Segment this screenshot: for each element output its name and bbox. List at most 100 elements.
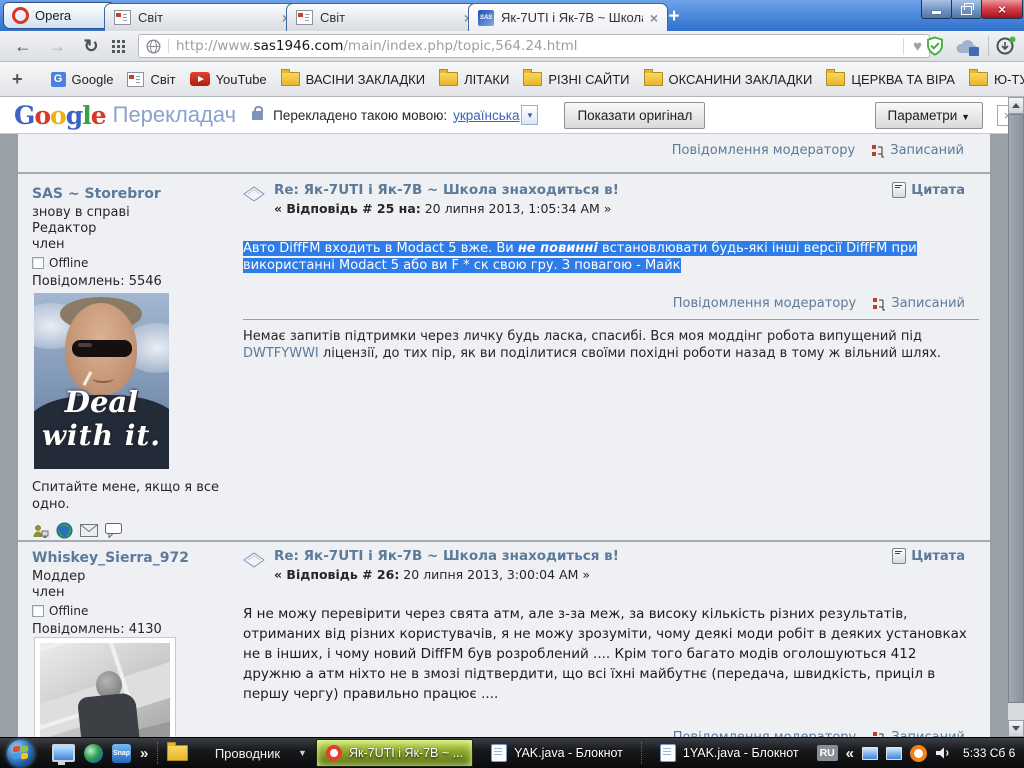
scroll-down-button[interactable] xyxy=(1008,720,1024,737)
tab-active-forum[interactable]: SAS Як-7UTI і Як-7В ~ Школа зн × xyxy=(468,3,668,31)
post-meta: « Відповідь # 26: 20 липня 2013, 3:00:04… xyxy=(274,567,591,582)
explorer-toolbar[interactable]: 18 Проводник ▼ xyxy=(167,742,307,761)
speed-dial-icon[interactable] xyxy=(112,40,115,43)
security-shield-icon[interactable] xyxy=(925,36,945,56)
tab-close-icon[interactable]: × xyxy=(650,11,658,25)
tray-expand-chevron[interactable]: « xyxy=(846,745,854,762)
divider xyxy=(640,742,642,764)
avatar-pilot-photo xyxy=(34,637,176,737)
show-desktop-icon[interactable] xyxy=(52,744,75,765)
taskbar-item-opera[interactable]: Як-7UTI і Як-7В ~ ... xyxy=(315,739,474,767)
language-dropdown-button[interactable]: ▼ xyxy=(521,105,539,125)
post-meta: « Відповідь # 25 на: 20 липня 2013, 1:05… xyxy=(274,201,612,216)
window-minimize-button[interactable] xyxy=(921,0,952,19)
poster-name-link[interactable]: Whiskey_Sierra_972 xyxy=(32,550,238,566)
close-icon: × xyxy=(998,1,1006,17)
notepad-icon xyxy=(491,744,508,762)
bookmark-folder-oksanyny[interactable]: ОКСАНИНИ ЗАКЛАДКИ xyxy=(643,69,812,87)
scrollbar-thumb[interactable] xyxy=(1008,114,1024,703)
start-button[interactable] xyxy=(7,739,34,767)
report-to-moderator-link[interactable]: Повідомлення модератору xyxy=(672,143,855,158)
avatar-caption: with it. xyxy=(41,419,162,452)
opera-icon xyxy=(325,745,342,761)
page-favicon-icon xyxy=(296,10,313,25)
quote-icon xyxy=(892,182,907,198)
tab-strip: Opera Світ × Світ × SAS Як-7UTI і Як-7В … xyxy=(0,0,1024,31)
bookmark-svit[interactable]: Світ xyxy=(127,71,176,87)
back-button[interactable]: ← xyxy=(10,31,36,61)
add-bookmark-button[interactable]: + xyxy=(12,69,23,90)
vertical-scrollbar[interactable] xyxy=(1008,97,1024,737)
url-text: http://www.sas1946.com/main/index.php/to… xyxy=(176,38,578,54)
scroll-up-button[interactable] xyxy=(1008,97,1024,114)
new-tab-button[interactable]: + xyxy=(659,6,689,27)
logged-icon xyxy=(873,297,886,310)
bookmark-google[interactable]: G Google xyxy=(50,71,113,87)
taskbar-clock[interactable]: 5:33 Сб 6 xyxy=(963,746,1015,760)
tab-svit-1[interactable]: Світ × xyxy=(104,3,300,31)
profile-icon[interactable] xyxy=(32,523,49,539)
bookmark-youtube[interactable]: YouTube xyxy=(189,72,267,87)
bookmarks-bar: + G Google Світ YouTube ВАСІНИ ЗАКЛАДКИ Л… xyxy=(0,62,1024,97)
bookmark-folder-rizni[interactable]: РІЗНІ САЙТИ xyxy=(523,69,630,87)
post-26: Whiskey_Sierra_972 Моддер член Offline П… xyxy=(18,542,990,737)
post-subject-link[interactable]: Re: Як-7UTI і Як-7В ~ Школа знаходиться … xyxy=(274,182,619,198)
logged-indicator: Записаний xyxy=(872,296,965,311)
quote-button[interactable]: Цитата xyxy=(892,548,965,564)
avatar-deal-with-it: Deal with it. xyxy=(34,293,169,469)
bookmark-heart-icon[interactable]: ♥ xyxy=(903,37,922,55)
folder-icon xyxy=(167,742,189,761)
bookmark-folder-tserkva[interactable]: ЦЕРКВА ТА ВІРА xyxy=(826,69,955,87)
quote-button[interactable]: Цитата xyxy=(892,182,965,198)
logged-indicator: Записаний xyxy=(871,143,964,158)
network-icon[interactable] xyxy=(862,746,879,760)
opera-link-cloud-icon[interactable] xyxy=(953,38,983,57)
email-icon[interactable] xyxy=(80,524,98,537)
folder-icon xyxy=(280,69,300,86)
window-close-button[interactable]: × xyxy=(981,0,1023,19)
poster-info: SAS ~ Storebror знову в справі Редактор … xyxy=(32,186,238,539)
message-bubble-icon[interactable] xyxy=(105,523,122,538)
address-bar[interactable]: http://www.sas1946.com/main/index.php/to… xyxy=(138,34,930,58)
bookmark-folder-litaky[interactable]: ЛІТАКИ xyxy=(439,69,509,87)
snap-tool-icon[interactable]: Snap xyxy=(112,743,131,763)
logged-indicator: Записаний xyxy=(872,730,965,737)
page-margin-right xyxy=(990,134,1008,737)
network-icon-2[interactable] xyxy=(886,746,903,760)
downloads-icon[interactable] xyxy=(996,36,1016,56)
language-link[interactable]: українська xyxy=(453,108,519,123)
poster-tagline: знову в справі xyxy=(32,205,130,220)
windows-taskbar: Snap » 18 Проводник ▼ Як-7UTI і Як-7В ~ … xyxy=(0,737,1024,768)
volume-icon[interactable] xyxy=(935,746,951,760)
opera-menu-button[interactable]: Opera xyxy=(3,2,115,29)
poster-name-link[interactable]: SAS ~ Storebror xyxy=(32,186,238,202)
post-subject-link[interactable]: Re: Як-7UTI і Як-7В ~ Школа знаходиться … xyxy=(274,548,619,564)
caret-down-icon[interactable]: ▼ xyxy=(298,748,307,758)
translated-to-label: Перекладено такою мовою: xyxy=(273,107,448,123)
reload-button[interactable]: ↻ xyxy=(78,31,104,61)
tab-svit-2[interactable]: Світ × xyxy=(286,3,482,31)
report-to-moderator-link[interactable]: Повідомлення модератору xyxy=(673,296,856,311)
language-indicator[interactable]: RU xyxy=(816,745,838,761)
report-to-moderator-link[interactable]: Повідомлення модератору xyxy=(673,730,856,737)
page-favicon-icon xyxy=(127,71,145,87)
show-original-button[interactable]: Показати оригінал xyxy=(564,101,706,129)
license-link[interactable]: DWTFYWWI xyxy=(243,346,319,361)
poster-group: член xyxy=(32,585,65,600)
translate-product-label: Перекладач xyxy=(112,102,237,127)
taskbar-item-notepad-yak[interactable]: YAK.java - Блокнот xyxy=(482,740,632,766)
window-restore-button[interactable] xyxy=(951,0,982,19)
poster-group: член xyxy=(32,237,65,252)
bookmark-folder-vasyni[interactable]: ВАСІНИ ЗАКЛАДКИ xyxy=(280,69,425,87)
quicklaunch-overflow-chevron[interactable]: » xyxy=(140,745,148,762)
browser-quicklaunch-icon[interactable] xyxy=(84,743,103,763)
divider xyxy=(157,742,159,764)
website-globe-icon[interactable] xyxy=(56,522,73,539)
bookmark-folder-yutub[interactable]: Ю-ТУБ xyxy=(968,69,1024,87)
opera-tray-icon[interactable] xyxy=(910,744,928,762)
offline-status: Offline xyxy=(32,256,238,270)
previous-post-footer: Повідомлення модератору Записаний xyxy=(18,134,990,172)
taskbar-item-notepad-1yak[interactable]: 1YAK.java - Блокнот xyxy=(651,740,808,766)
options-button[interactable]: Параметри ▼ xyxy=(874,101,983,129)
forward-button[interactable]: → xyxy=(44,31,70,61)
